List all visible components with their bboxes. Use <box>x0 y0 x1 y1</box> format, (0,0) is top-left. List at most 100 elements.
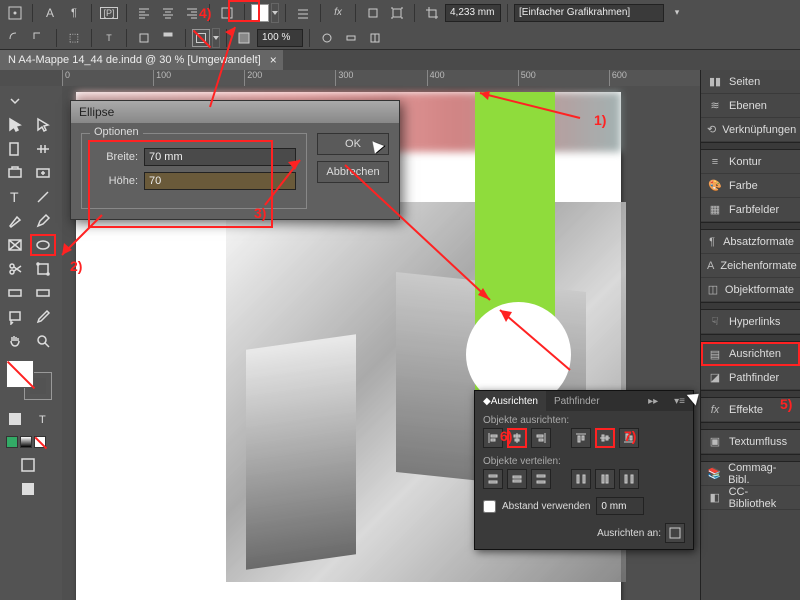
distribute-right[interactable] <box>619 469 639 489</box>
align-left-edges[interactable] <box>483 428 503 448</box>
panel-seiten[interactable]: ▮▮Seiten <box>701 70 800 94</box>
content-collector-tool[interactable] <box>2 162 28 184</box>
fit-content-icon[interactable] <box>216 2 238 24</box>
fill-stroke-proxy[interactable] <box>6 360 56 400</box>
corner-options-icon[interactable] <box>4 27 26 49</box>
text-wrap-shape-icon[interactable] <box>316 27 338 49</box>
zoom-tool[interactable] <box>30 330 56 352</box>
align-tab-ausrichten[interactable]: ◆ Ausrichten <box>475 391 546 411</box>
gradient-feather-tool[interactable] <box>30 282 56 304</box>
char-formatting-icon[interactable]: A <box>39 2 61 24</box>
gradient-chip[interactable] <box>20 436 32 448</box>
gap-tool[interactable] <box>30 138 56 160</box>
align-right-icon[interactable] <box>181 2 203 24</box>
text-wrap-bound-icon[interactable] <box>386 2 408 24</box>
panel-ausrichten[interactable]: ▤Ausrichten <box>701 342 800 366</box>
panel-commag[interactable]: 📚Commag-Bibl. <box>701 462 800 486</box>
distribute-bottom[interactable] <box>531 469 551 489</box>
align-tab-pathfinder[interactable]: Pathfinder <box>546 391 608 411</box>
stroke-weight-field[interactable] <box>445 4 501 22</box>
none-chip[interactable] <box>34 436 46 448</box>
distribute-top[interactable] <box>483 469 503 489</box>
type-tool[interactable]: T <box>2 186 28 208</box>
content-placer-tool[interactable] <box>30 162 56 184</box>
reference-point-tool[interactable] <box>4 2 26 24</box>
panel-farbfelder[interactable]: ▦Farbfelder <box>701 198 800 222</box>
panel-hyperlinks[interactable]: ☟Hyperlinks <box>701 310 800 334</box>
fill-dropdown-icon[interactable] <box>271 3 279 23</box>
align-right-edges[interactable] <box>531 428 551 448</box>
line-tool[interactable] <box>30 186 56 208</box>
dialog-title-bar[interactable]: Ellipse <box>71 101 399 123</box>
align-top-edges[interactable] <box>571 428 591 448</box>
panel-absatzformate[interactable]: ¶Absatzformate <box>701 230 800 254</box>
stroke-color-swatch[interactable] <box>192 29 210 47</box>
text-wrap-col-icon[interactable] <box>364 27 386 49</box>
panel-ccbib[interactable]: ◧CC-Bibliothek <box>701 486 800 510</box>
distribute-vcenter[interactable] <box>507 469 527 489</box>
gradient-swatch-tool[interactable] <box>2 282 28 304</box>
effects-icon[interactable]: fx <box>327 2 349 24</box>
panel-verknuepfungen[interactable]: ⟲Verknüpfungen <box>701 118 800 142</box>
scissors-tool[interactable] <box>2 258 28 280</box>
width-input[interactable] <box>144 148 296 166</box>
close-tab-icon[interactable]: × <box>270 53 277 67</box>
unknown-2-icon[interactable] <box>133 27 155 49</box>
direct-selection-tool[interactable] <box>30 114 56 136</box>
unknown-1-icon[interactable]: ⬚ <box>63 27 85 49</box>
panel-zeichenformate[interactable]: AZeichenformate <box>701 254 800 278</box>
align-left-icon[interactable] <box>133 2 155 24</box>
formatting-text-icon[interactable]: T <box>30 408 56 430</box>
frame-type-field[interactable] <box>514 4 664 22</box>
text-wrap-none-icon[interactable] <box>362 2 384 24</box>
para-formatting-icon[interactable]: ¶ <box>63 2 85 24</box>
text-wrap-jump-icon[interactable] <box>340 27 362 49</box>
pencil-tool[interactable] <box>30 210 56 232</box>
view-mode-preview[interactable] <box>2 478 54 500</box>
panel-textumfluss[interactable]: ▣Textumfluss <box>701 430 800 454</box>
color-chip[interactable] <box>6 436 18 448</box>
document-tab[interactable]: N A4-Mappe 14_44 de.indd @ 30 % [Umgewan… <box>0 50 283 70</box>
use-spacing-checkbox[interactable] <box>483 500 496 513</box>
panel-farbe[interactable]: 🎨Farbe <box>701 174 800 198</box>
paragraph-style-icon[interactable]: [P] <box>98 2 120 24</box>
panel-ebenen[interactable]: ≋Ebenen <box>701 94 800 118</box>
expand-icon[interactable] <box>2 90 28 112</box>
selection-tool[interactable] <box>2 114 28 136</box>
panel-collapse-icon[interactable]: ▸▸ <box>640 391 666 411</box>
distribute-hcenter[interactable] <box>595 469 615 489</box>
align-vertical-centers[interactable] <box>595 428 615 448</box>
align-bottom-edges[interactable] <box>619 428 639 448</box>
stroke-dropdown-icon[interactable] <box>212 28 220 48</box>
distribute-left[interactable] <box>571 469 591 489</box>
panel-pathfinder[interactable]: ◪Pathfinder <box>701 366 800 390</box>
corner-square-icon[interactable] <box>28 27 50 49</box>
note-tool[interactable] <box>2 306 28 328</box>
cancel-button[interactable]: Abbrechen <box>317 161 389 183</box>
free-transform-tool[interactable] <box>30 258 56 280</box>
hand-tool[interactable] <box>2 330 28 352</box>
align-center-icon[interactable] <box>157 2 179 24</box>
apply-color-icon[interactable] <box>2 408 28 430</box>
align-horizontal-centers[interactable] <box>507 428 527 448</box>
eyedropper-tool[interactable] <box>30 306 56 328</box>
ellipse-tool[interactable] <box>30 234 56 256</box>
opacity-field[interactable] <box>257 29 303 47</box>
height-input[interactable] <box>144 172 296 190</box>
opacity-icon[interactable] <box>233 27 255 49</box>
pen-tool[interactable] <box>2 210 28 232</box>
stroke-weight-icon[interactable] <box>292 2 314 24</box>
panel-objektformate[interactable]: ◫Objektformate <box>701 278 800 302</box>
panel-kontur[interactable]: ≡Kontur <box>701 150 800 174</box>
spacing-field[interactable] <box>596 497 644 515</box>
frame-type-dropdown-icon[interactable]: ▾ <box>666 2 688 24</box>
vertical-top-icon[interactable] <box>157 27 179 49</box>
align-to-dropdown[interactable] <box>665 523 685 543</box>
text-frame-icon[interactable]: T <box>98 27 120 49</box>
page-tool[interactable] <box>2 138 28 160</box>
fill-swatch[interactable] <box>6 360 34 388</box>
panel-effekte[interactable]: fxEffekte <box>701 398 800 422</box>
view-mode-normal[interactable] <box>2 454 54 476</box>
crop-icon[interactable] <box>421 2 443 24</box>
rectangle-frame-tool[interactable] <box>2 234 28 256</box>
